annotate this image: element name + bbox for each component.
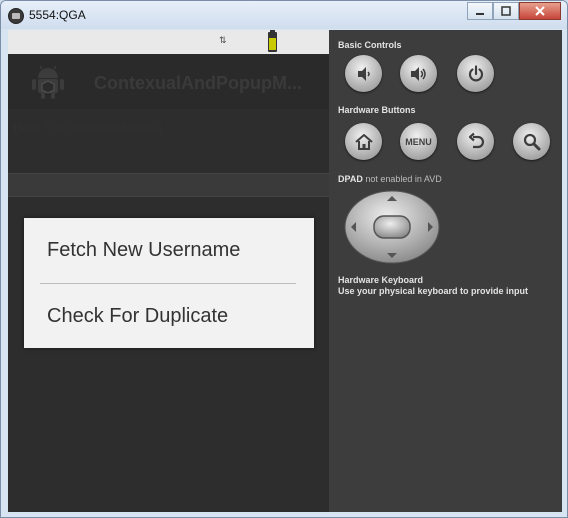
volume-down-button[interactable] <box>345 55 382 92</box>
basic-controls-label: Basic Controls <box>338 40 402 50</box>
maximize-icon <box>501 6 511 16</box>
volume-up-button[interactable] <box>400 55 437 92</box>
volume-down-icon <box>357 66 370 81</box>
back-button[interactable] <box>457 123 494 160</box>
battery-icon <box>268 30 277 52</box>
maximize-button[interactable] <box>493 2 519 20</box>
emulator-window: 5554:QGA ⇅ ContexualAndPopupM... Hold Fo… <box>0 0 568 518</box>
close-button[interactable] <box>519 2 561 20</box>
window-title: 5554:QGA <box>29 8 86 22</box>
title-bar[interactable]: 5554:QGA <box>1 1 567 29</box>
menu-button[interactable]: MENU <box>400 123 437 160</box>
hardware-keyboard-label: Hardware Keyboard <box>338 275 424 285</box>
android-app-icon <box>32 65 64 99</box>
device-screen[interactable]: ⇅ ContexualAndPopupM... Hold For context… <box>8 30 329 512</box>
power-button[interactable] <box>457 55 494 92</box>
home-button[interactable] <box>345 123 382 160</box>
dpad-status: not enabled in AVD <box>365 174 442 184</box>
status-bar: ⇅ <box>8 30 329 54</box>
dpad-label: DPAD not enabled in AVD <box>338 174 442 184</box>
minimize-button[interactable] <box>467 2 493 20</box>
minimize-icon <box>476 13 484 15</box>
emulator-body: ⇅ ContexualAndPopupM... Hold For context… <box>8 30 562 512</box>
controls-panel: Basic Controls Hardware Buttons MENU DPA… <box>329 30 562 512</box>
app-title: ContexualAndPopupM... <box>94 73 302 93</box>
data-activity-icon: ⇅ <box>219 35 227 45</box>
back-icon <box>468 132 484 148</box>
power-icon <box>468 64 483 81</box>
dpad-control[interactable] <box>344 190 440 264</box>
hint-text[interactable]: Hold For contextual menu <box>13 120 162 135</box>
context-menu-dialog: Fetch New Username Check For Duplicate <box>24 218 314 348</box>
emulator-app-icon <box>8 8 24 24</box>
dpad-title: DPAD <box>338 174 363 184</box>
hardware-keyboard-hint: Use your physical keyboard to provide in… <box>338 286 529 296</box>
search-icon <box>523 133 540 150</box>
search-button[interactable] <box>513 123 550 160</box>
volume-up-icon <box>410 66 426 81</box>
menu-item-fetch-new-username[interactable]: Fetch New Username <box>24 218 314 282</box>
close-icon <box>535 6 545 16</box>
list-divider-bar <box>8 173 329 197</box>
menu-item-check-for-duplicate[interactable]: Check For Duplicate <box>24 284 314 348</box>
hardware-buttons-label: Hardware Buttons <box>338 105 416 115</box>
action-bar: ContexualAndPopupM... <box>8 54 329 109</box>
menu-button-label: MENU <box>405 136 432 147</box>
window-controls <box>467 2 561 20</box>
home-icon <box>354 133 373 150</box>
